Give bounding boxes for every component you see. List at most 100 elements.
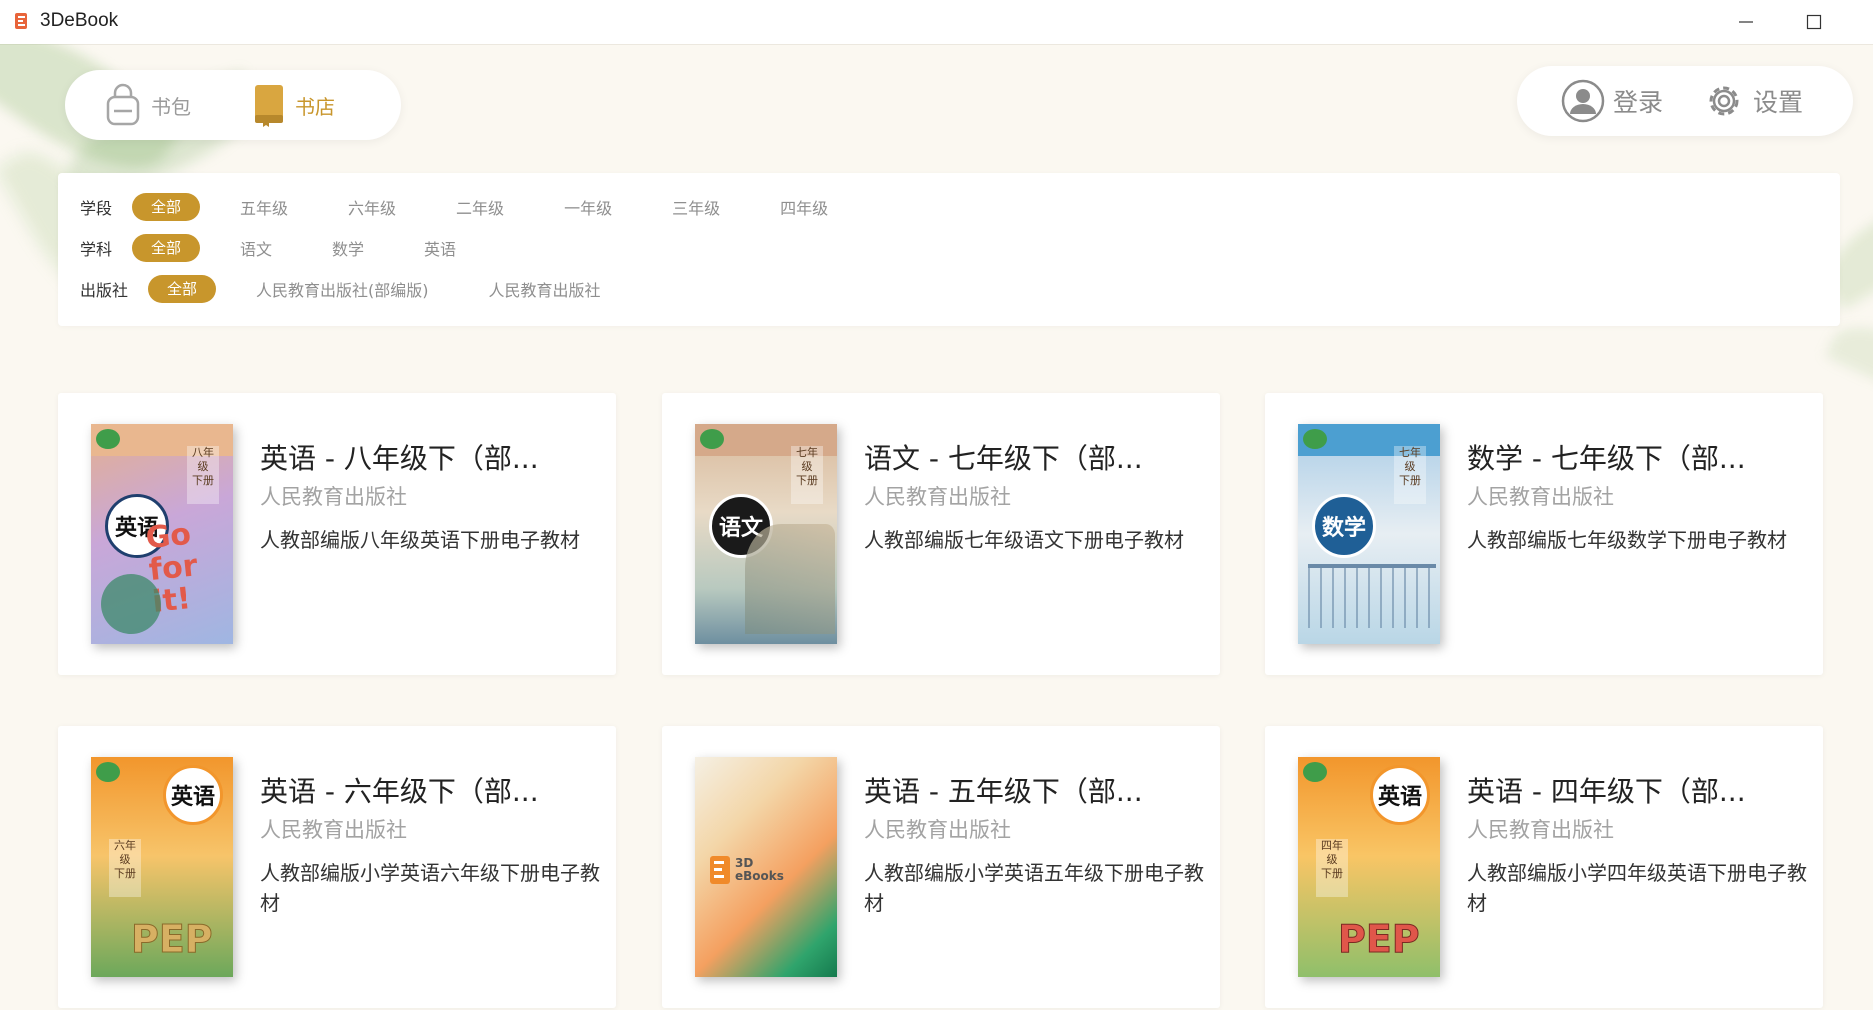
publisher-badge-icon [1303, 429, 1327, 449]
book-cover: 七年级 下册 语文 [695, 424, 837, 644]
main-nav: 书包 书店 [65, 70, 401, 140]
publisher-badge-icon [96, 429, 120, 449]
book-description: 人教部编版七年级语文下册电子教材 [864, 528, 1184, 552]
filter-row-publisher: 出版社 全部 人民教育出版社(部编版) 人民教育出版社 [80, 273, 601, 305]
login-label: 登录 [1613, 88, 1664, 117]
book-card[interactable]: 英语 六年级 下册 PEP 英语 - 六年级下（部... 人民教育出版社 人教部编… [58, 726, 616, 1008]
book-title: 数学 - 七年级下（部... [1467, 442, 1746, 475]
filter-subject-option[interactable]: 语文 [240, 236, 272, 260]
cover-volume-text: 下册 [1399, 474, 1421, 487]
book-title: 英语 - 五年级下（部... [864, 775, 1143, 808]
publisher-badge-icon [700, 429, 724, 449]
filter-publisher-all[interactable]: 全部 [148, 275, 217, 303]
cover-bridge-shape [1308, 564, 1436, 628]
filter-stage-option[interactable]: 五年级 [240, 195, 288, 219]
book-title: 英语 - 四年级下（部... [1467, 775, 1746, 808]
book-publisher: 人民教育出版社 [1467, 818, 1614, 842]
cover-painting-shape [745, 524, 835, 634]
maximize-button[interactable] [1784, 0, 1844, 44]
minimize-button[interactable] [1716, 0, 1776, 44]
cover-art-text: PEP [131, 917, 214, 962]
book-title: 语文 - 七年级下（部... [864, 442, 1143, 475]
book-cover: 英语 四年级 下册 PEP [1298, 757, 1440, 977]
filter-stage-all[interactable]: 全部 [132, 193, 201, 221]
login-button[interactable]: 登录 [1561, 78, 1663, 124]
filter-row-stage: 学段 全部 五年级 六年级 二年级 一年级 三年级 四年级 [80, 191, 828, 223]
cover-volume-text: 下册 [114, 867, 136, 880]
nav-bookstore[interactable]: 书店 [253, 82, 335, 128]
book-publisher: 人民教育出版社 [260, 485, 407, 509]
cover-volume-text: 下册 [1321, 867, 1343, 880]
title-bar: 3DeBook [0, 0, 1873, 45]
cover-grade-text: 六年级 [114, 839, 136, 866]
ebooks-logo-icon [710, 856, 730, 884]
app-title: 3DeBook [40, 10, 119, 31]
book-description: 人教部编版小学英语六年级下册电子教材 [260, 861, 600, 915]
book-cover: 七年级 下册 数学 [1298, 424, 1440, 644]
cover-grade-text: 八年级 [192, 446, 214, 473]
filter-stage-option[interactable]: 二年级 [456, 195, 504, 219]
cover-grade: 七年级 下册 [1394, 446, 1426, 504]
book-card[interactable]: 七年级 下册 数学 数学 - 七年级下（部... 人民教育出版社 人教部编版七年级… [1265, 393, 1823, 675]
app-logo-icon [15, 13, 27, 29]
publisher-badge-icon [1303, 762, 1327, 782]
bag-icon [106, 83, 140, 126]
book-card[interactable]: 英语 四年级 下册 PEP 英语 - 四年级下（部... 人民教育出版社 人教部编… [1265, 726, 1823, 1008]
nav-bookbag[interactable]: 书包 [105, 82, 191, 128]
cover-grade-text: 七年级 [796, 446, 818, 473]
cover-grade: 八年级 下册 [187, 446, 219, 504]
book-cover: 3D eBooks [695, 757, 837, 977]
cover-volume-text: 下册 [192, 474, 214, 487]
book-description: 人教部编版小学四年级英语下册电子教材 [1467, 861, 1807, 915]
nav-bookstore-label: 书店 [295, 94, 335, 119]
book-description: 人教部编版小学英语五年级下册电子教材 [864, 861, 1204, 915]
filter-panel: 学段 全部 五年级 六年级 二年级 一年级 三年级 四年级 学科 全部 语文 数… [58, 173, 1840, 326]
cover-grade: 六年级 下册 [109, 839, 141, 897]
book-description: 人教部编版八年级英语下册电子教材 [260, 528, 580, 552]
filter-publisher-option[interactable]: 人民教育出版社 [489, 277, 601, 301]
book-publisher: 人民教育出版社 [864, 818, 1011, 842]
filter-subject-all[interactable]: 全部 [132, 234, 201, 262]
filter-subject-option[interactable]: 英语 [424, 236, 456, 260]
filter-stage-option[interactable]: 三年级 [672, 195, 720, 219]
cover-grade: 七年级 下册 [791, 446, 823, 504]
cover-volume-text: 下册 [796, 474, 818, 487]
cover-subject: 英语 [1370, 765, 1430, 825]
filter-stage-option[interactable]: 一年级 [564, 195, 612, 219]
publisher-badge-icon [96, 762, 120, 782]
user-controls: 登录 设置 [1517, 66, 1853, 136]
maximize-icon [1806, 14, 1822, 30]
book-card[interactable]: 八年级 下册 英语 Go for it! 英语 - 八年级下（部... 人民教育出… [58, 393, 616, 675]
user-avatar-icon [1561, 79, 1605, 123]
book-card[interactable]: 3D eBooks 英语 - 五年级下（部... 人民教育出版社 人教部编版小学… [662, 726, 1220, 1008]
filter-publisher-option[interactable]: 人民教育出版社(部编版) [256, 277, 429, 301]
book-publisher: 人民教育出版社 [1467, 485, 1614, 509]
filter-stage-option[interactable]: 四年级 [780, 195, 828, 219]
nav-bookbag-label: 书包 [151, 94, 191, 119]
book-title: 英语 - 六年级下（部... [260, 775, 539, 808]
cover-grade: 四年级 下册 [1316, 839, 1348, 897]
cover-subject: 数学 [1312, 494, 1376, 558]
filter-stage-option[interactable]: 六年级 [348, 195, 396, 219]
book-publisher: 人民教育出版社 [260, 818, 407, 842]
filter-label-publisher: 出版社 [80, 281, 129, 300]
minimize-icon [1739, 21, 1753, 23]
filter-row-subject: 学科 全部 语文 数学 英语 [80, 232, 456, 264]
gear-icon [1709, 86, 1739, 116]
ebooks-logo: 3D eBooks [709, 855, 784, 885]
book-publisher: 人民教育出版社 [864, 485, 1011, 509]
cover-art-text: PEP [1338, 917, 1421, 962]
cover-grade-text: 四年级 [1321, 839, 1343, 866]
settings-button[interactable]: 设置 [1703, 78, 1803, 124]
filter-subject-option[interactable]: 数学 [332, 236, 364, 260]
cover-cyclist-shape [101, 574, 161, 634]
filter-label-subject: 学科 [80, 240, 113, 259]
book-description: 人教部编版七年级数学下册电子教材 [1467, 528, 1787, 552]
book-card[interactable]: 七年级 下册 语文 语文 - 七年级下（部... 人民教育出版社 人教部编版七年级… [662, 393, 1220, 675]
book-icon [255, 85, 283, 127]
filter-label-stage: 学段 [80, 199, 113, 218]
book-cover: 英语 六年级 下册 PEP [91, 757, 233, 977]
cover-subject: 英语 [163, 765, 223, 825]
cover-grade-text: 七年级 [1399, 446, 1421, 473]
settings-label: 设置 [1753, 88, 1804, 117]
